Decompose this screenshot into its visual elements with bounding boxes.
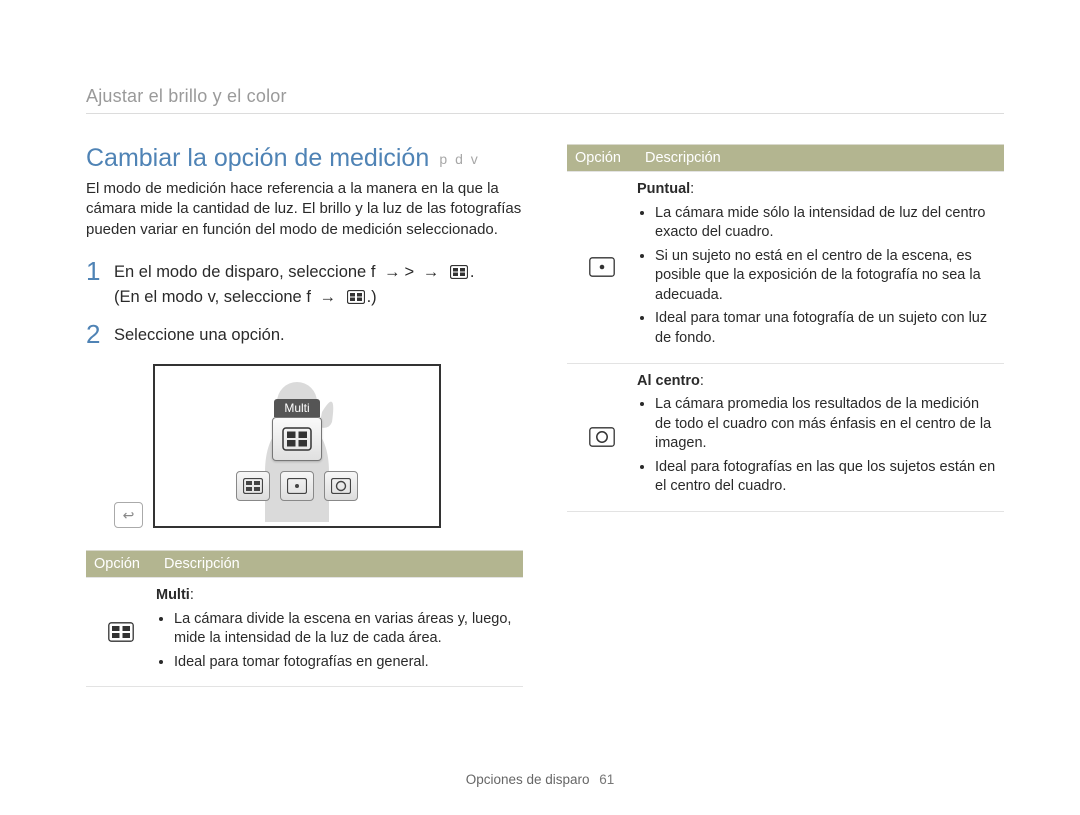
- metering-center-icon: [567, 364, 637, 511]
- step-body: En el modo de disparo, seleccione f →> →…: [114, 260, 474, 310]
- device-screen: Multi: [153, 364, 441, 528]
- heading-mode-tags: p d v: [439, 151, 479, 167]
- options-table-right: Opción Descripción Puntual: La cámara mi…: [567, 144, 1004, 512]
- metering-spot-icon: [567, 172, 637, 363]
- back-arrow-icon: ↩: [123, 507, 135, 524]
- list-item: Si un sujeto no está en el centro de la …: [655, 247, 996, 306]
- table-cell-description: Puntual: La cámara mide sólo la intensid…: [637, 172, 1004, 363]
- option-title: Multi: [156, 587, 190, 603]
- list-item: Ideal para tomar una fotografía de un su…: [655, 309, 996, 348]
- options-table-left: Opción Descripción Multi: La cámara divi…: [86, 550, 523, 687]
- page-footer: Opciones de disparo 61: [0, 772, 1080, 787]
- page: Ajustar el brillo y el color Cambiar la …: [0, 0, 1080, 815]
- step-text: .): [367, 288, 377, 306]
- table-cell-description: Multi: La cámara divide la escena en var…: [156, 578, 523, 686]
- list-item: Ideal para tomar fotografías en general.: [174, 653, 515, 673]
- step-text: En el modo de disparo, seleccione: [114, 263, 371, 281]
- two-column-layout: Cambiar la opción de medición p d v El m…: [86, 144, 1004, 687]
- arrow-icon: →: [320, 288, 337, 306]
- mode-letter-f: f: [371, 263, 376, 281]
- colon: :: [690, 181, 694, 197]
- page-heading: Cambiar la opción de medición: [86, 144, 429, 173]
- step-text: , seleccione: [215, 288, 307, 306]
- step-text: .: [470, 263, 475, 281]
- metering-multi-icon: [86, 578, 156, 686]
- table-header: Opción Descripción: [86, 551, 523, 577]
- steps-list: 1 En el modo de disparo, seleccione f →>…: [86, 260, 523, 348]
- option-bullets: La cámara mide sólo la intensidad de luz…: [637, 204, 996, 349]
- step-text: En el modo: [120, 288, 208, 306]
- metering-center-small-icon[interactable]: [324, 471, 358, 501]
- option-title: Al centro: [637, 373, 700, 389]
- list-item: Ideal para fotografías en las que los su…: [655, 458, 996, 497]
- right-column: Opción Descripción Puntual: La cámara mi…: [567, 144, 1004, 687]
- list-item: La cámara promedia los resultados de la …: [655, 395, 996, 454]
- step-2: 2 Seleccione una opción.: [86, 323, 523, 348]
- option-title: Puntual: [637, 181, 690, 197]
- metering-multi-icon: [450, 265, 468, 279]
- option-bullets: La cámara promedia los resultados de la …: [637, 395, 996, 497]
- chevron-right-icon: >: [405, 263, 415, 281]
- mode-letter-v: v: [208, 288, 215, 306]
- arrow-icon: →: [384, 263, 401, 281]
- step-body: Seleccione una opción.: [114, 323, 285, 348]
- table-header-description: Descripción: [156, 551, 523, 577]
- table-cell-description: Al centro: La cámara promedia los result…: [637, 364, 1004, 511]
- list-item: La cámara divide la escena en varias áre…: [174, 610, 515, 649]
- step-number: 1: [86, 258, 114, 310]
- table-row-puntual: Puntual: La cámara mide sólo la intensid…: [567, 171, 1004, 363]
- table-header-option: Opción: [86, 551, 156, 577]
- list-item: La cámara mide sólo la intensidad de luz…: [655, 204, 996, 243]
- step-1: 1 En el modo de disparo, seleccione f →>…: [86, 260, 523, 310]
- table-header-option: Opción: [567, 145, 637, 171]
- left-column: Cambiar la opción de medición p d v El m…: [86, 144, 523, 687]
- device-screenshot-row: ↩ Multi: [114, 364, 523, 528]
- intro-paragraph: El modo de medición hace referencia a la…: [86, 179, 523, 240]
- footer-section: Opciones de disparo: [466, 772, 590, 787]
- metering-selected-label: Multi: [274, 399, 319, 417]
- colon: :: [190, 587, 194, 603]
- metering-multi-icon: [347, 290, 365, 304]
- table-header-description: Descripción: [637, 145, 1004, 171]
- metering-spot-small-icon[interactable]: [280, 471, 314, 501]
- option-bullets: La cámara divide la escena en varias áre…: [156, 610, 515, 673]
- step-number: 2: [86, 321, 114, 348]
- metering-multi-large-icon[interactable]: [272, 417, 322, 461]
- colon: :: [700, 373, 704, 389]
- metering-multi-small-icon[interactable]: [236, 471, 270, 501]
- breadcrumb: Ajustar el brillo y el color: [86, 86, 1004, 114]
- metering-option-icons: [236, 471, 358, 501]
- table-row-multi: Multi: La cámara divide la escena en var…: [86, 577, 523, 686]
- table-row-alcentro: Al centro: La cámara promedia los result…: [567, 363, 1004, 511]
- back-button[interactable]: ↩: [114, 502, 143, 528]
- mode-letter-f: f: [306, 288, 311, 306]
- page-number: 61: [599, 772, 614, 787]
- arrow-icon: →: [423, 263, 440, 281]
- table-header: Opción Descripción: [567, 145, 1004, 171]
